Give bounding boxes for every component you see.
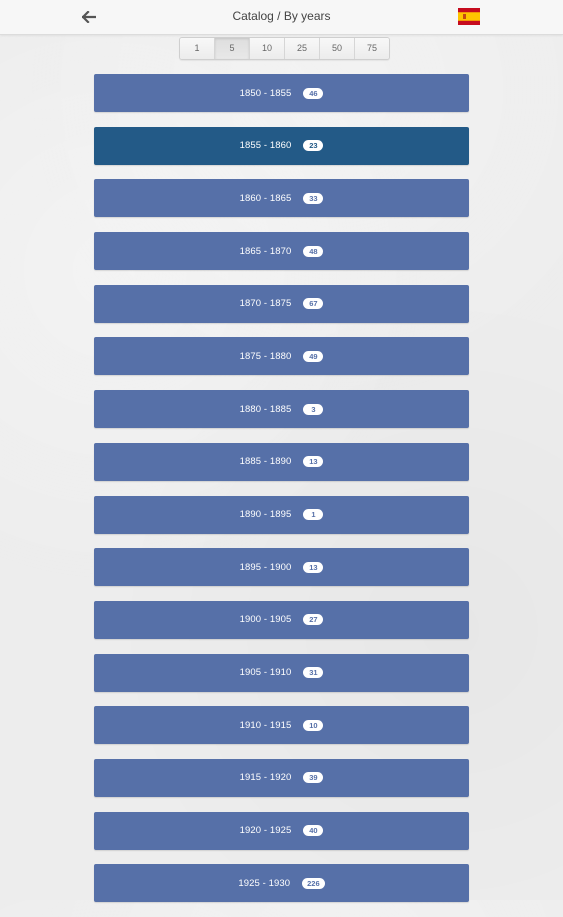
count-badge: 1: [303, 509, 324, 520]
page-size-option[interactable]: 5: [215, 38, 250, 59]
year-range-label: 1910 - 1915: [239, 719, 292, 731]
year-range-item[interactable]: 1865 - 1870 48: [94, 232, 469, 271]
year-range-label: 1885 - 1890: [239, 456, 292, 468]
year-range-item[interactable]: 1910 - 1915 10: [94, 706, 469, 745]
page-size-option[interactable]: 50: [320, 38, 355, 59]
spain-flag-icon[interactable]: [458, 8, 480, 25]
year-range-item[interactable]: 1915 - 1920 39: [94, 758, 469, 797]
year-range-list: 1850 - 1855 46 1855 - 1860 23 1860 - 1865 33 1…: [94, 74, 469, 917]
page-size-option[interactable]: 1: [180, 38, 215, 59]
year-range-label: 1860 - 1865: [239, 192, 292, 204]
page-size-option[interactable]: 10: [250, 38, 285, 59]
count-badge: 31: [303, 667, 324, 679]
count-badge: 3: [303, 403, 324, 415]
year-range-item[interactable]: 1860 - 1865 33: [94, 179, 469, 218]
year-range-item[interactable]: 1920 - 1925 40: [94, 811, 469, 850]
count-badge: 10: [303, 719, 324, 731]
page-size-option[interactable]: 25: [285, 38, 320, 59]
year-range-label: 1865 - 1870: [239, 245, 292, 257]
count-badge: 67: [303, 298, 324, 310]
year-range-item[interactable]: 1855 - 1860 23: [94, 126, 469, 165]
count-badge: 40: [303, 825, 324, 837]
year-range-label: 1920 - 1925: [239, 825, 292, 837]
count-badge: 49: [303, 350, 324, 362]
top-bar: Catalog / By years: [0, 0, 563, 35]
year-range-item[interactable]: 1850 - 1855 46: [94, 74, 469, 112]
year-range-item[interactable]: 1895 - 1900 13: [94, 548, 469, 587]
count-badge: 33: [303, 192, 324, 204]
year-range-item[interactable]: 1880 - 1885 3: [94, 390, 469, 429]
count-badge: 13: [303, 561, 324, 573]
year-range-item[interactable]: 1870 - 1875 67: [94, 284, 469, 323]
year-range-label: 1855 - 1860: [239, 140, 292, 152]
year-range-label: 1870 - 1875: [239, 298, 292, 310]
year-range-label: 1875 - 1880: [239, 350, 292, 362]
year-range-label: 1880 - 1885: [239, 403, 292, 415]
year-range-label: 1925 - 1930: [238, 877, 291, 889]
count-badge: 226: [302, 877, 325, 889]
year-range-item[interactable]: 1875 - 1880 49: [94, 337, 469, 376]
year-range-label: 1850 - 1855: [239, 87, 292, 99]
count-badge: 27: [303, 614, 324, 626]
year-range-label: 1905 - 1910: [239, 667, 292, 679]
count-badge: 13: [303, 456, 324, 468]
year-range-item[interactable]: 1890 - 1895 1: [94, 495, 469, 534]
page-size-selector: 1 5 10 25 50 75: [179, 37, 390, 60]
year-range-label: 1890 - 1895: [239, 509, 292, 520]
year-range-item[interactable]: 1905 - 1910 31: [94, 653, 469, 692]
count-badge: 46: [303, 87, 324, 99]
year-range-label: 1895 - 1900: [239, 561, 292, 573]
count-badge: 39: [303, 772, 324, 784]
year-range-item[interactable]: 1900 - 1905 27: [94, 600, 469, 639]
count-badge: 23: [303, 140, 324, 152]
count-badge: 48: [303, 245, 324, 257]
page-size-option[interactable]: 75: [355, 38, 389, 59]
year-range-item[interactable]: 1925 - 1930 226: [94, 864, 469, 903]
year-range-item[interactable]: 1885 - 1890 13: [94, 442, 469, 481]
year-range-label: 1915 - 1920: [239, 772, 292, 784]
year-range-label: 1900 - 1905: [239, 614, 292, 626]
